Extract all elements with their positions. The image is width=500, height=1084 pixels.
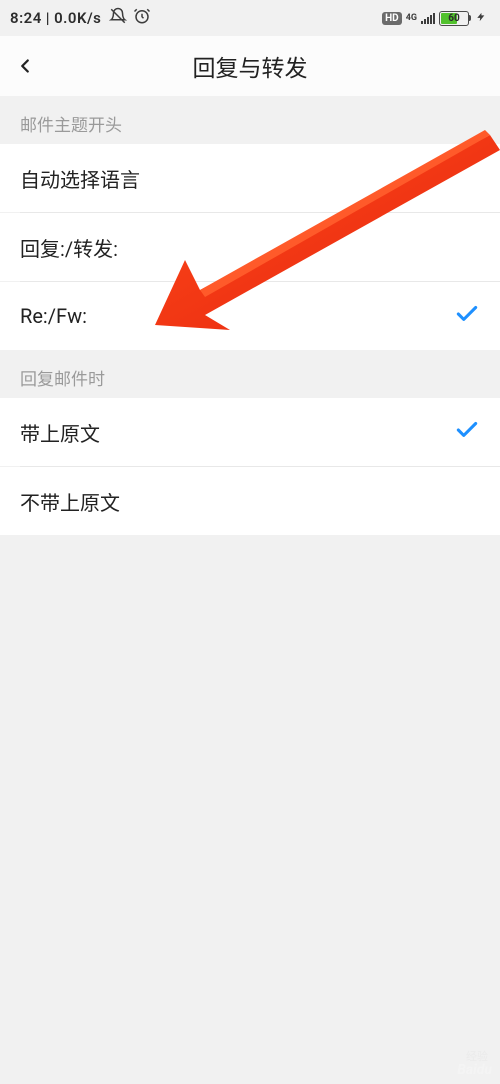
chevron-left-icon (14, 55, 36, 77)
status-net-speed: 0.0K/s (54, 9, 101, 27)
hd-badge: HD (382, 12, 402, 25)
option-label: 不带上原文 (20, 487, 120, 516)
option-english-prefix[interactable]: Re:/Fw: (0, 282, 500, 350)
status-left: 8:24 | 0.0K/s (10, 7, 151, 29)
alarm-icon (133, 7, 151, 29)
option-label: 带上原文 (20, 418, 100, 447)
status-time: 8:24 (10, 9, 42, 27)
option-include-original[interactable]: 带上原文 (0, 398, 500, 466)
watermark-sub: 经验 (466, 1048, 488, 1064)
check-icon (454, 417, 480, 448)
check-icon (454, 301, 480, 332)
option-label: 自动选择语言 (20, 164, 140, 193)
nav-header: 回复与转发 (0, 36, 500, 96)
signal-icon (421, 12, 435, 24)
page-title: 回复与转发 (0, 49, 500, 83)
section-header-on-reply: 回复邮件时 (0, 350, 500, 398)
option-label: 回复:/转发: (20, 233, 118, 262)
option-exclude-original[interactable]: 不带上原文 (0, 467, 500, 535)
option-label: Re:/Fw: (20, 304, 87, 328)
watermark-brand: Baidu (457, 1062, 492, 1078)
battery-icon: 60 (439, 11, 471, 26)
option-auto-language[interactable]: 自动选择语言 (0, 144, 500, 212)
network-type: 4G (406, 14, 417, 23)
battery-percent: 60 (440, 12, 468, 25)
option-chinese-prefix[interactable]: 回复:/转发: (0, 213, 500, 281)
charging-icon (476, 10, 486, 27)
status-bar: 8:24 | 0.0K/s HD 4G 60 (0, 0, 500, 36)
section-header-subject-prefix: 邮件主题开头 (0, 96, 500, 144)
back-button[interactable] (0, 36, 50, 96)
status-right: HD 4G 60 (382, 10, 486, 27)
dnd-icon (109, 7, 127, 29)
